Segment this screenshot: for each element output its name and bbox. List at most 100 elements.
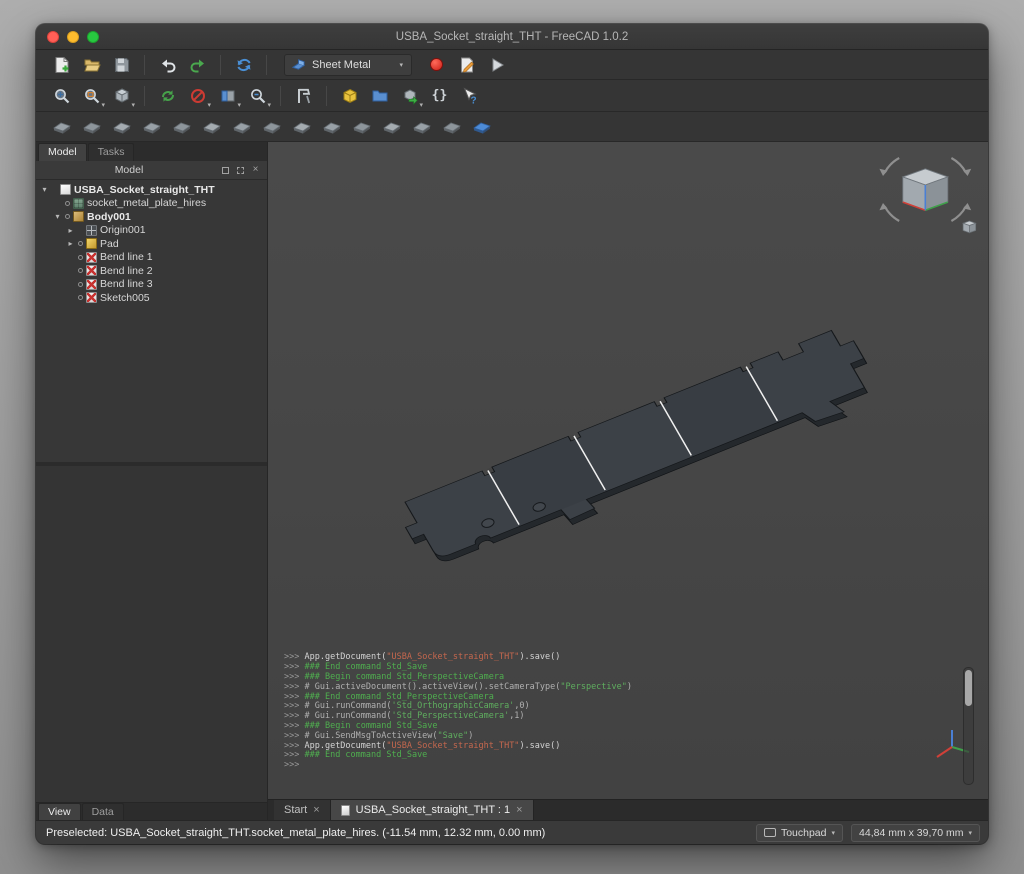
make-link-button[interactable]: ▾ <box>396 83 423 108</box>
refresh-icon <box>235 56 253 74</box>
sheetmetal-tool-13-button[interactable] <box>408 114 435 139</box>
sheetmetal-tool-02-button[interactable] <box>78 114 105 139</box>
fit-all-button[interactable] <box>48 83 75 108</box>
edit-macro-button[interactable] <box>453 52 480 77</box>
tree-item[interactable]: ▾Body001 <box>36 210 267 224</box>
fit-selection-button[interactable]: ▾ <box>78 83 105 108</box>
edit-macro-icon <box>458 56 476 74</box>
sheetmetal-tool-06-button[interactable] <box>198 114 225 139</box>
redo-icon <box>189 56 207 74</box>
new-document-button[interactable] <box>48 52 75 77</box>
whats-this-button[interactable]: ? <box>456 83 483 108</box>
tree-item[interactable]: ▸Origin001 <box>36 224 267 238</box>
panel-title: Model <box>42 164 216 176</box>
tree-item[interactable]: ▸Pad <box>36 237 267 251</box>
dock-panel-button[interactable] <box>235 165 246 176</box>
tree-item[interactable]: Bend line 1 <box>36 251 267 265</box>
record-macro-button[interactable] <box>423 52 450 77</box>
mesh-icon <box>73 198 84 209</box>
sheetmetal-tool-14-button[interactable] <box>438 114 465 139</box>
tree-item-label: Sketch005 <box>100 292 150 304</box>
console-scrollbar[interactable] <box>963 667 974 785</box>
fit-selection-icon <box>83 87 101 105</box>
tree-item-label: Pad <box>100 238 119 250</box>
variable-set-button[interactable]: {} <box>426 83 453 108</box>
sheetmetal-tool-02-icon <box>82 118 102 135</box>
sheetmetal-tool-03-icon <box>112 118 132 135</box>
sheetmetal-tool-05-button[interactable] <box>168 114 195 139</box>
clip-plane-button[interactable]: ▾ <box>214 83 241 108</box>
measure-button[interactable] <box>290 83 317 108</box>
record-icon <box>430 58 443 71</box>
draw-style-button[interactable]: ▾ <box>184 83 211 108</box>
close-tab-icon[interactable]: × <box>313 804 319 816</box>
sheetmetal-tool-01-icon <box>52 118 72 135</box>
undo-button[interactable] <box>154 52 181 77</box>
axonometric-view-button[interactable]: ▾ <box>108 83 135 108</box>
tree-item[interactable]: socket_metal_plate_hires <box>36 197 267 211</box>
sheetmetal-unfold-button[interactable] <box>468 114 495 139</box>
tree-item-label: Bend line 3 <box>100 278 153 290</box>
sheetmetal-tool-11-button[interactable] <box>348 114 375 139</box>
dock-bottom-tab-data[interactable]: Data <box>82 803 124 820</box>
sheetmetal-tool-04-button[interactable] <box>138 114 165 139</box>
sheetmetal-workbench-icon <box>291 57 306 72</box>
tree-item[interactable]: ▾USBA_Socket_straight_THT <box>36 183 267 197</box>
title-bar[interactable]: USBA_Socket_straight_THT - FreeCAD 1.0.2 <box>36 24 988 50</box>
minimize-window-button[interactable] <box>67 31 79 43</box>
dock-bottom-tabs: ViewData <box>36 802 267 820</box>
sheetmetal-tool-09-button[interactable] <box>288 114 315 139</box>
tree-item[interactable]: Sketch005 <box>36 291 267 305</box>
dock-tab-tasks[interactable]: Tasks <box>88 143 135 161</box>
open-button[interactable] <box>78 52 105 77</box>
sheetmetal-tool-07-button[interactable] <box>228 114 255 139</box>
touchpad-icon <box>764 828 776 837</box>
workbench-selector[interactable]: Sheet Metal ▾ <box>284 54 412 76</box>
zoom-window-button[interactable] <box>87 31 99 43</box>
sheetmetal-tool-01-button[interactable] <box>48 114 75 139</box>
property-panel-empty <box>36 466 267 802</box>
part-box-icon <box>341 87 359 105</box>
sheetmetal-tool-08-button[interactable] <box>258 114 285 139</box>
toolbar-separator <box>144 55 145 75</box>
sketch-icon <box>86 265 97 276</box>
python-console[interactable]: >>> App.getDocument("USBA_Socket_straigh… <box>284 653 632 771</box>
float-panel-button[interactable] <box>220 165 231 176</box>
dock-bottom-tab-view[interactable]: View <box>38 803 81 820</box>
navigation-cube[interactable] <box>874 150 982 238</box>
visibility-dot <box>78 282 83 287</box>
visibility-dot <box>78 241 83 246</box>
run-macro-button[interactable] <box>483 52 510 77</box>
redo-button[interactable] <box>184 52 211 77</box>
create-part-button[interactable] <box>336 83 363 108</box>
align-view-button[interactable] <box>154 83 181 108</box>
tree-item[interactable]: Bend line 2 <box>36 264 267 278</box>
3d-viewport[interactable]: >>> App.getDocument("USBA_Socket_straigh… <box>268 142 988 799</box>
visibility-dot <box>78 295 83 300</box>
close-panel-button[interactable]: × <box>250 165 261 176</box>
sketch-icon <box>86 252 97 263</box>
dock-tab-model[interactable]: Model <box>38 143 87 161</box>
sheetmetal-tool-12-button[interactable] <box>378 114 405 139</box>
whats-this-cursor-icon: ? <box>461 87 479 105</box>
dimension-selector[interactable]: 44,84 mm x 39,70 mm ▾ <box>851 824 980 842</box>
close-window-button[interactable] <box>47 31 59 43</box>
tree-item[interactable]: Bend line 3 <box>36 278 267 292</box>
scrollbar-thumb[interactable] <box>965 670 972 706</box>
mdi-tab[interactable]: USBA_Socket_straight_THT : 1× <box>331 800 534 820</box>
sheetmetal-tool-14-icon <box>442 118 462 135</box>
refresh-button[interactable] <box>230 52 257 77</box>
status-bar: Preselected: USBA_Socket_straight_THT.so… <box>36 820 988 844</box>
sheetmetal-tool-12-icon <box>382 118 402 135</box>
zoom-tools-button[interactable]: ▾ <box>244 83 271 108</box>
toolbar-separator <box>266 55 267 75</box>
nav-style-selector[interactable]: Touchpad ▾ <box>756 824 843 842</box>
sheetmetal-tool-03-button[interactable] <box>108 114 135 139</box>
fit-all-icon <box>53 87 71 105</box>
sheetmetal-tool-10-button[interactable] <box>318 114 345 139</box>
save-button[interactable] <box>108 52 135 77</box>
close-tab-icon[interactable]: × <box>516 804 522 816</box>
dimension-label: 44,84 mm x 39,70 mm <box>859 827 963 839</box>
mdi-tab[interactable]: Start× <box>274 800 331 820</box>
create-group-button[interactable] <box>366 83 393 108</box>
